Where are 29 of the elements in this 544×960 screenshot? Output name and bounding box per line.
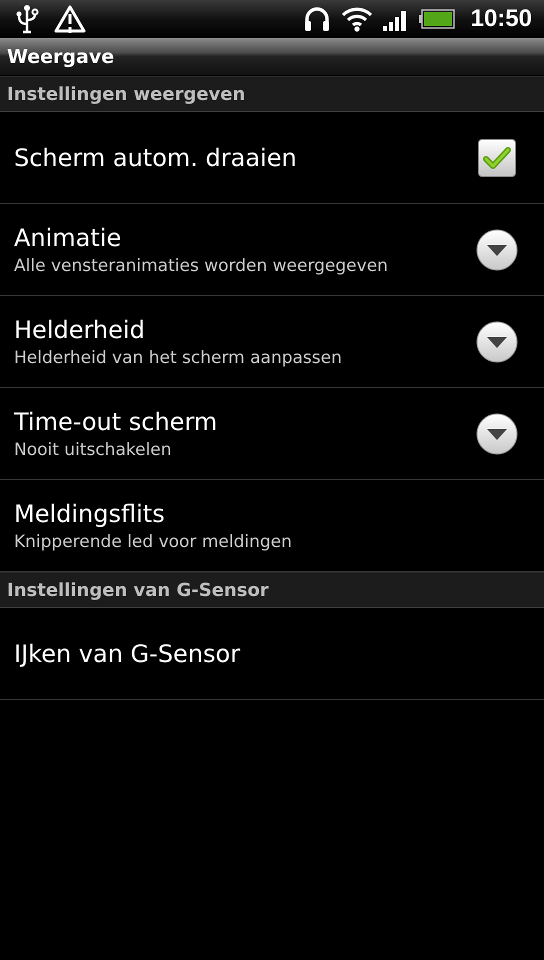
settings-item[interactable]: Time-out scherm Nooit uitschakelen [0,388,544,480]
headphones-icon [302,6,331,32]
item-title: Time-out scherm [14,408,218,436]
settings-item[interactable]: Scherm autom. draaien [0,112,544,204]
clock: 10:50 [470,5,532,33]
item-title: Scherm autom. draaien [14,144,297,172]
settings-item[interactable]: Animatie Alle vensteranimaties worden weergegeven [0,204,544,296]
section-title: Instellingen weergeven [7,84,246,104]
section-title: Instellingen van G-Sensor [7,580,269,600]
battery-icon [418,9,455,29]
window-title: Weergave [7,46,114,68]
dropdown-icon[interactable] [476,412,518,454]
item-title: IJken van G-Sensor [14,640,240,668]
dropdown-icon[interactable] [476,228,518,270]
wifi-icon [340,6,373,32]
settings-item[interactable]: Helderheid Helderheid van het scherm aanpassen [0,296,544,388]
warning-icon [54,4,86,34]
usb-icon [14,4,40,34]
item-summary: Knipperende led voor meldingen [14,532,292,552]
item-title: Animatie [14,224,122,252]
item-summary: Helderheid van het scherm aanpassen [14,348,342,368]
checkbox[interactable] [478,138,516,176]
item-summary: Nooit uitschakelen [14,440,173,460]
item-title: Meldingsflits [14,500,166,528]
checkmark-icon [482,146,512,170]
item-title: Helderheid [14,316,146,344]
dropdown-icon[interactable] [476,320,518,362]
settings-item[interactable]: IJken van G-Sensor [0,608,544,700]
item-summary: Alle vensteranimaties worden weergegeven [14,256,388,276]
